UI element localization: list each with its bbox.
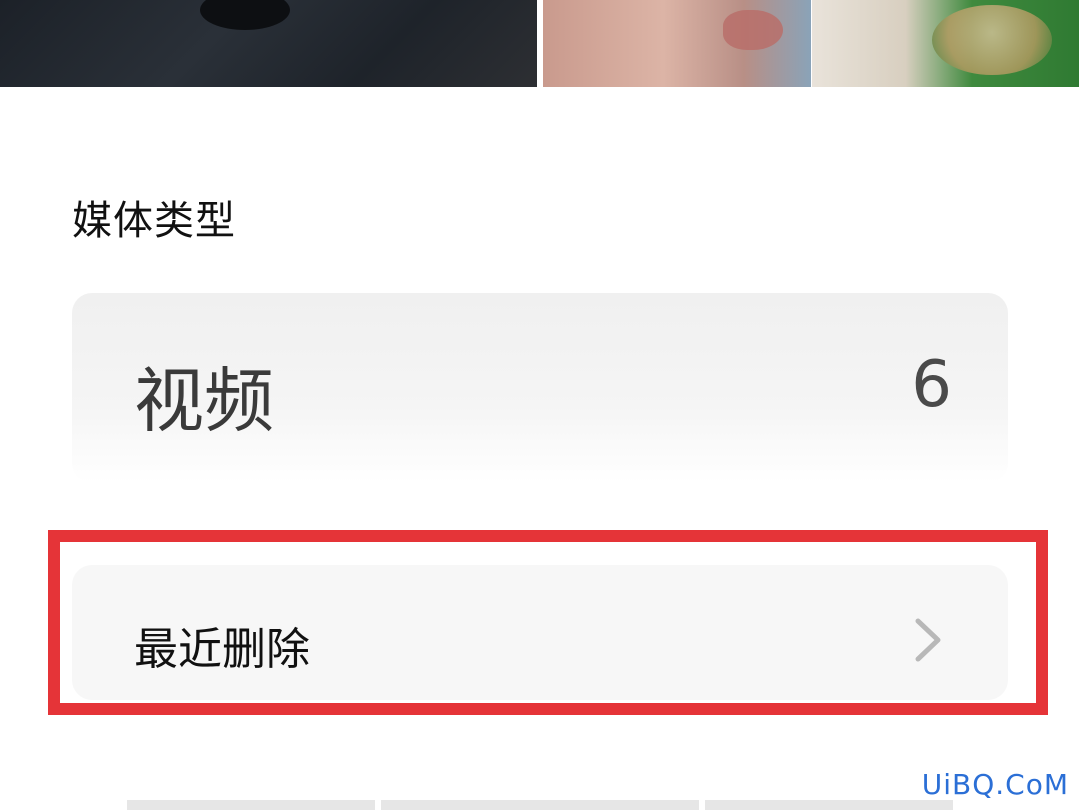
video-album-item[interactable]: 视频 6: [72, 293, 1008, 483]
partial-thumbnail[interactable]: [705, 800, 953, 810]
photo-detail: [932, 5, 1052, 75]
partial-thumbnail[interactable]: [381, 800, 699, 810]
partial-thumbnail[interactable]: [127, 800, 375, 810]
photo-detail: [723, 10, 783, 50]
watermark: UiBQ.CoM: [921, 768, 1069, 801]
photo-thumbnail-3[interactable]: [812, 0, 1079, 87]
video-album-label: 视频: [134, 360, 274, 442]
album-page: 媒体类型 视频 6 最近删除 UiBQ.CoM: [0, 0, 1079, 810]
video-album-count: 6: [911, 348, 952, 422]
thumbnail-strip: [0, 0, 1079, 87]
highlight-annotation: [48, 530, 1048, 715]
photo-thumbnail-2[interactable]: [543, 0, 811, 87]
photo-thumbnail-1[interactable]: [0, 0, 537, 87]
section-title: 媒体类型: [72, 198, 236, 244]
